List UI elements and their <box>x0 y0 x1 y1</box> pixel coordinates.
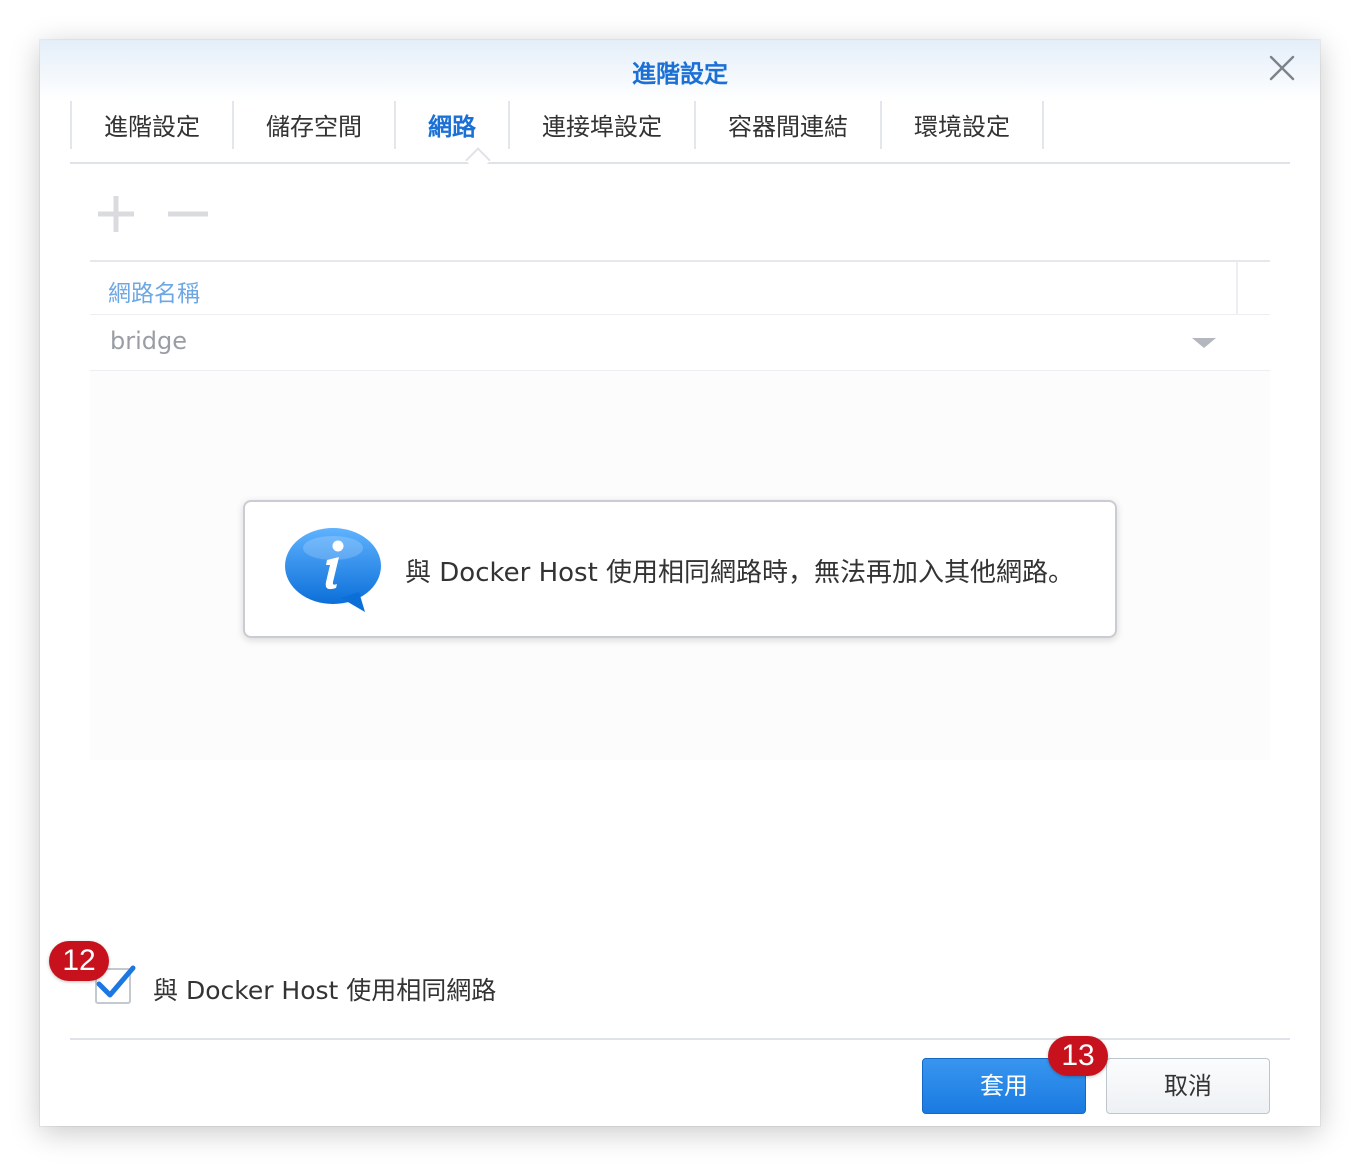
tab-environment[interactable]: 環境設定 <box>882 101 1044 149</box>
use-host-network-label[interactable]: 與 Docker Host 使用相同網路 <box>153 971 496 1007</box>
network-name-cell: bridge <box>110 327 188 355</box>
plus-icon[interactable] <box>94 192 138 236</box>
grid-header: 網路名稱 <box>90 260 1270 315</box>
active-tab-pointer <box>465 147 491 173</box>
info-message-box: 與 Docker Host 使用相同網路時，無法再加入其他網路。 <box>243 500 1117 638</box>
info-speech-bubble-icon <box>285 528 381 612</box>
info-message-text: 與 Docker Host 使用相同網路時，無法再加入其他網路。 <box>405 558 1075 588</box>
cancel-button[interactable]: 取消 <box>1106 1058 1270 1114</box>
footer-divider <box>70 1038 1290 1040</box>
step-badge: 12 <box>49 941 109 981</box>
dialog-titlebar: 進階設定 <box>40 40 1320 102</box>
table-row[interactable]: bridge <box>90 315 1270 371</box>
chevron-down-icon[interactable] <box>1190 335 1218 351</box>
step-badge: 13 <box>1048 1036 1108 1076</box>
column-separator <box>1236 262 1238 315</box>
minus-icon[interactable] <box>166 192 210 236</box>
dialog-title: 進階設定 <box>632 60 728 88</box>
close-icon[interactable] <box>1268 54 1296 82</box>
tab-links[interactable]: 容器間連結 <box>696 101 882 149</box>
tab-network[interactable]: 網路 <box>396 101 510 149</box>
tab-advanced[interactable]: 進階設定 <box>70 101 234 149</box>
column-header-network-name[interactable]: 網路名稱 <box>108 274 200 308</box>
tab-storage[interactable]: 儲存空間 <box>234 101 396 149</box>
advanced-settings-dialog: 進階設定 進階設定 儲存空間 網路 連接埠設定 容器間連結 環境設定 網路名稱 … <box>40 40 1320 1126</box>
settings-tabs: 進階設定 儲存空間 網路 連接埠設定 容器間連結 環境設定 <box>70 101 1290 173</box>
tab-port-settings[interactable]: 連接埠設定 <box>510 101 696 149</box>
